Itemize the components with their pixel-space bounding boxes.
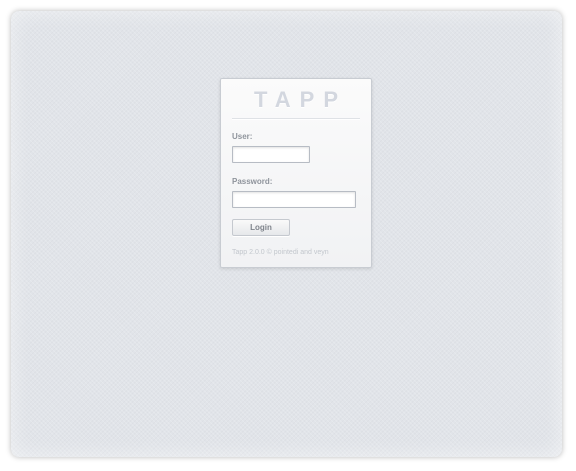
app-logo: TAPP (253, 87, 348, 112)
footer-credits: Tapp 2.0.0 © pointedi and veyn (232, 249, 329, 256)
password-input[interactable] (232, 191, 356, 208)
app-window: TAPP User: Password: Login Tapp 2.0.0 © … (11, 11, 562, 457)
password-label: Password: (232, 177, 273, 186)
login-button[interactable]: Login (232, 219, 290, 236)
logo-divider (232, 118, 360, 120)
login-panel: TAPP User: Password: Login Tapp 2.0.0 © … (220, 78, 372, 268)
user-input[interactable] (232, 146, 310, 163)
user-label: User: (232, 132, 253, 141)
